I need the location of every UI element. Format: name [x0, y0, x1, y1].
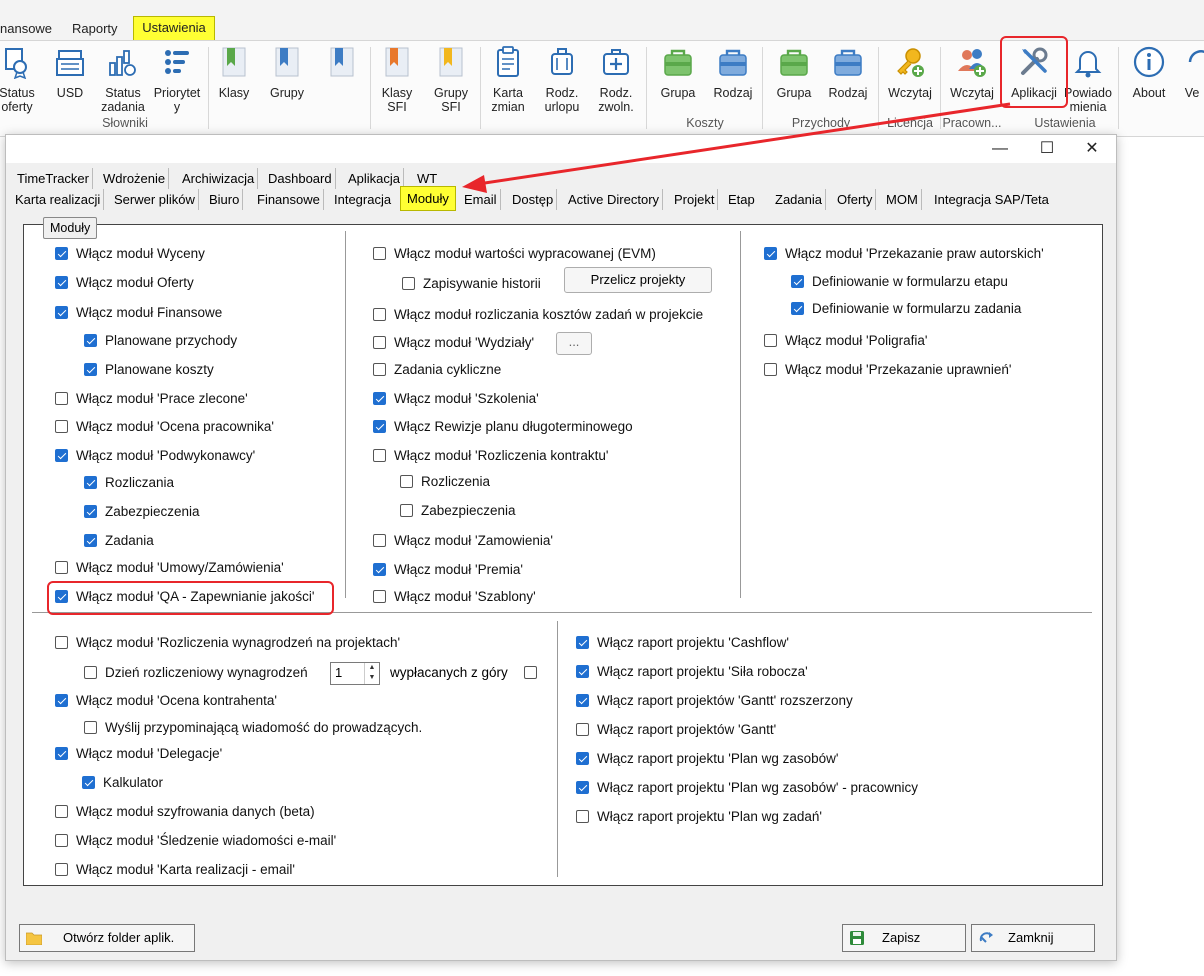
arrow-head: [462, 175, 487, 193]
arrow-line: [477, 102, 1011, 186]
annotation-arrow: [462, 102, 1011, 193]
